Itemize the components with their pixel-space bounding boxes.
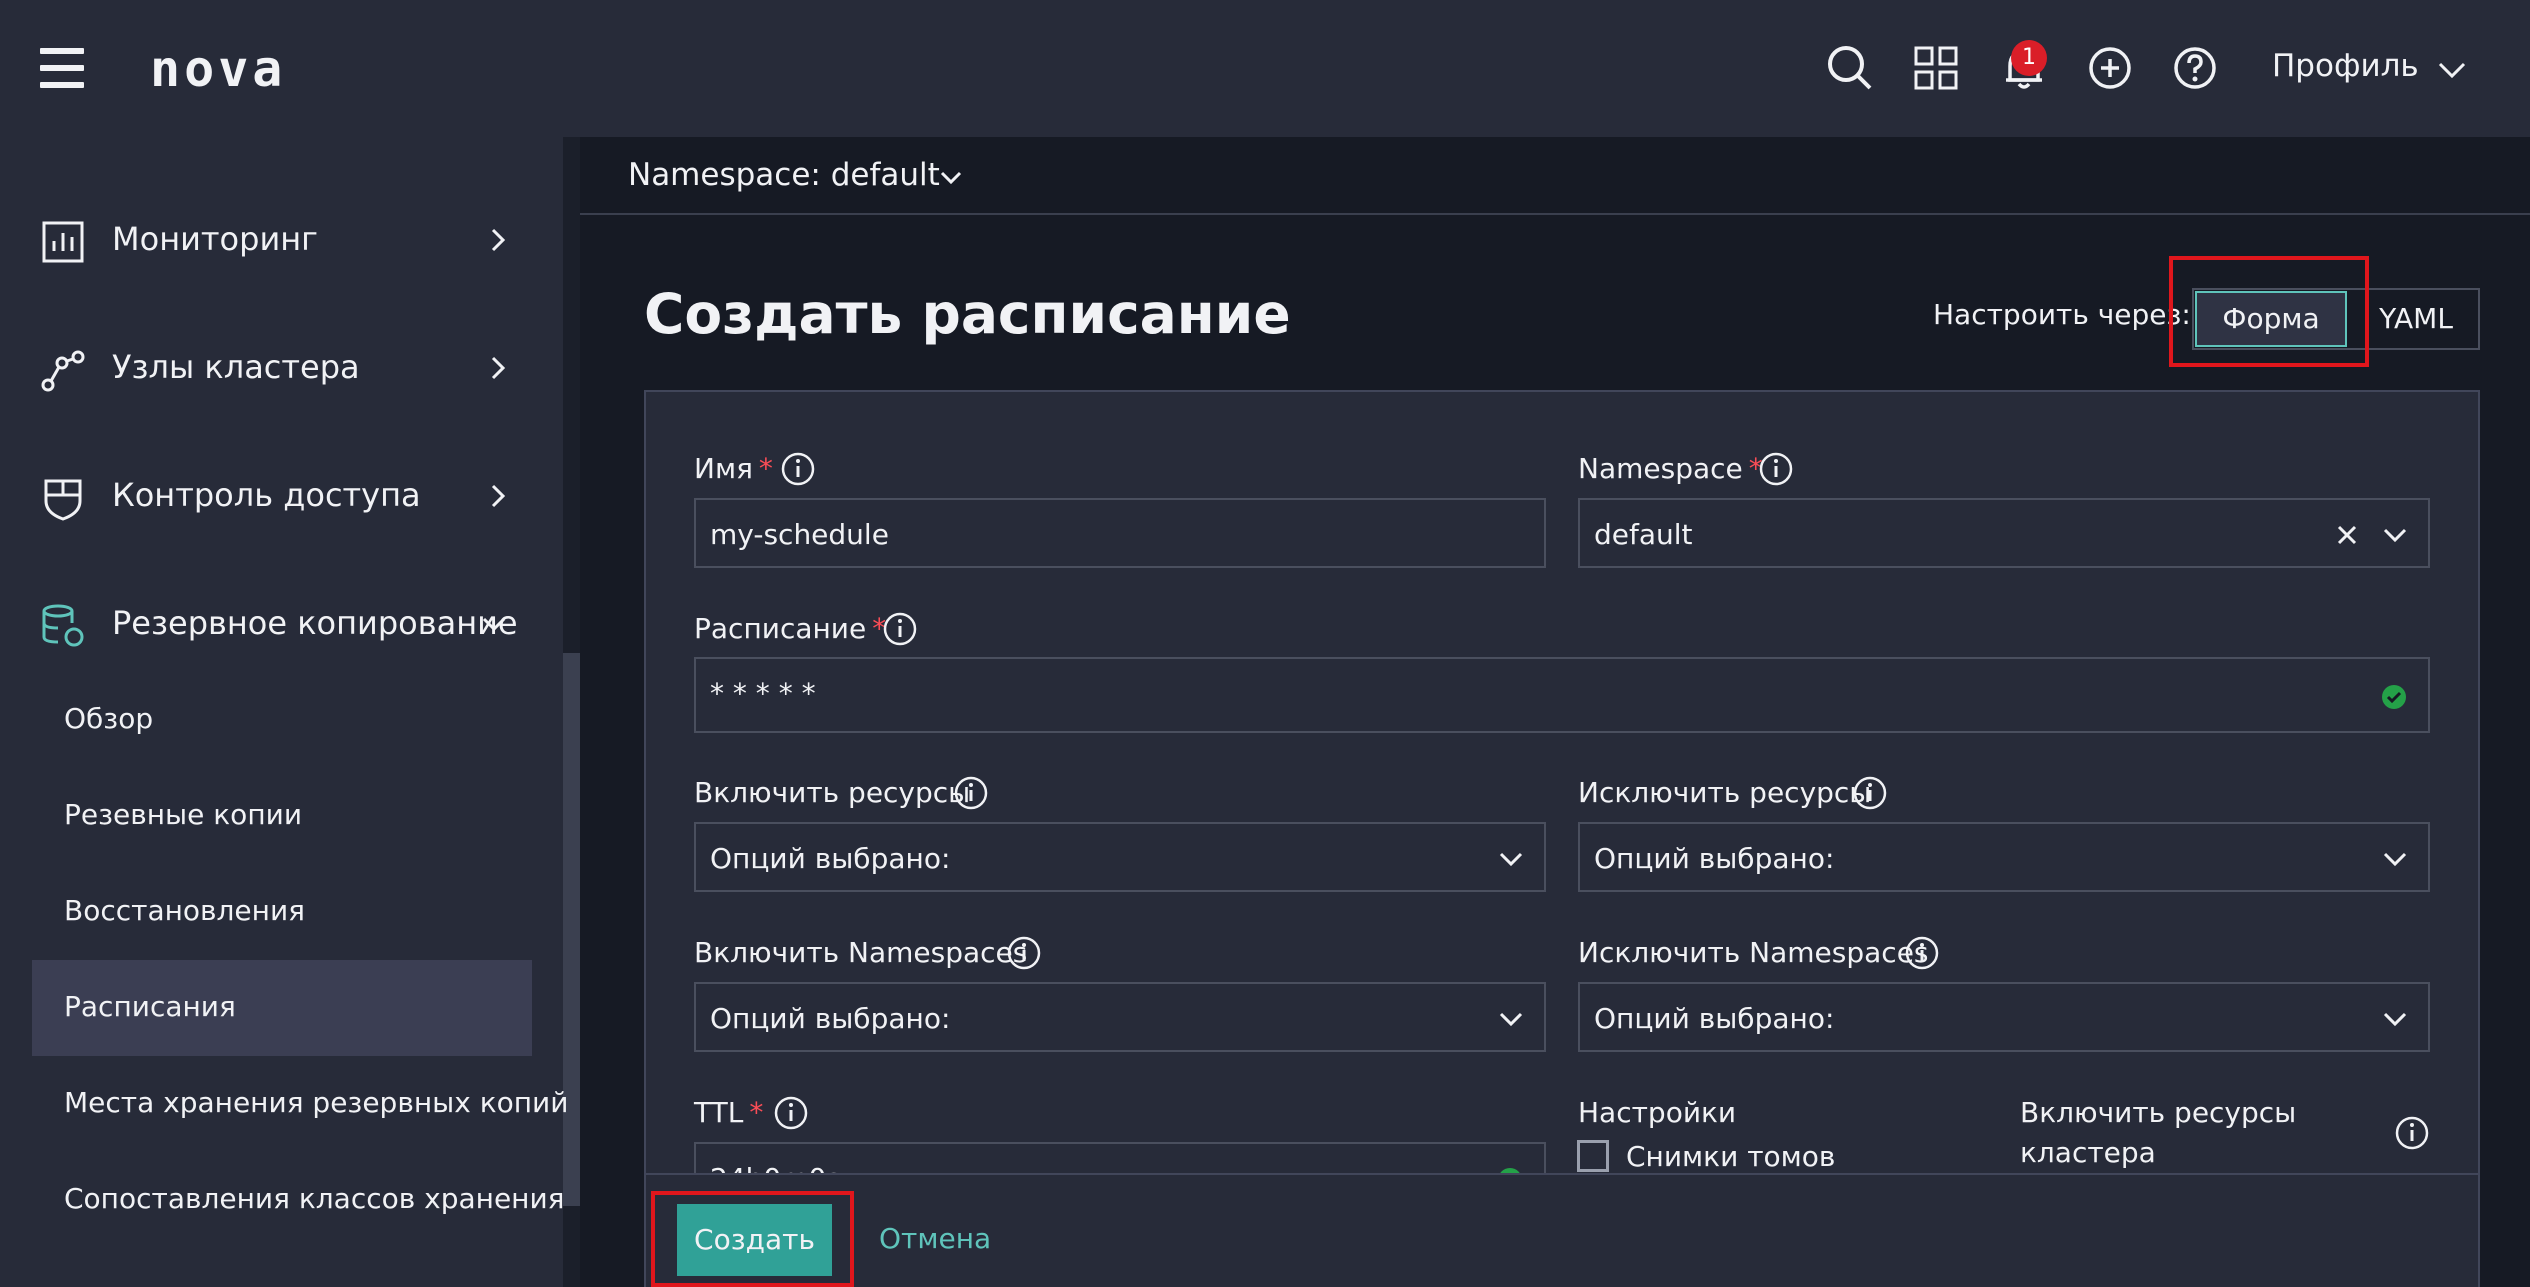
tab-form[interactable]: Форма xyxy=(2195,291,2347,347)
namespace-selector-label: Namespace: default xyxy=(628,157,940,193)
exclude-namespaces-label: Исключить Namespaces xyxy=(1578,936,1929,969)
chevron-down-icon xyxy=(940,171,962,185)
profile-label: Профиль xyxy=(2272,48,2419,84)
namespace-selector[interactable]: Namespace: default xyxy=(580,137,2530,215)
chevron-right-icon xyxy=(491,228,506,252)
name-label: Имя * xyxy=(694,452,773,485)
required-marker: * xyxy=(749,1096,764,1129)
schedule-label: Расписание * xyxy=(694,612,886,645)
name-label-text: Имя xyxy=(694,452,753,485)
chevron-down-icon xyxy=(2383,1012,2407,1027)
exclude-resources-select[interactable]: Опций выбрано: xyxy=(1578,822,2430,892)
sidebar-subitem-schedules[interactable]: Расписания xyxy=(32,960,532,1056)
chevron-down-icon xyxy=(1499,852,1523,867)
create-button[interactable]: Создать xyxy=(677,1204,832,1276)
namespace-select-value: default xyxy=(1594,518,1693,551)
top-bar: nova 1 Профиль xyxy=(0,0,2530,137)
shield-icon xyxy=(44,479,82,521)
ttl-label-text: TTL xyxy=(694,1096,744,1129)
info-icon[interactable] xyxy=(1006,935,1042,971)
include-resources-label: Включить ресурсы xyxy=(694,776,971,809)
sidebar-item-label: Узлы кластера xyxy=(112,348,360,386)
sidebar-subitem-label: Восстановления xyxy=(64,894,306,927)
chevron-down-icon xyxy=(1499,1012,1523,1027)
sidebar-subitem-backups[interactable]: Резевные копии xyxy=(32,768,532,864)
sidebar-subitem-label: Места хранения резервных копий xyxy=(64,1086,569,1119)
include-namespaces-value: Опций выбрано: xyxy=(710,1002,951,1035)
menu-icon[interactable] xyxy=(40,48,84,88)
sidebar-item-backup[interactable]: Резервное копирование xyxy=(0,580,563,670)
cancel-button[interactable]: Отмена xyxy=(879,1222,991,1255)
notification-badge: 1 xyxy=(2011,40,2047,76)
include-cluster-resources-label: Включить ресурсы xyxy=(2020,1096,2297,1129)
exclude-resources-value: Опций выбрано: xyxy=(1594,842,1835,875)
check-circle-icon xyxy=(2382,685,2406,709)
app-switcher-icon[interactable] xyxy=(1908,40,1964,96)
sidebar-subitem-label: Расписания xyxy=(64,990,236,1023)
info-icon[interactable] xyxy=(882,611,918,647)
sidebar-subitem-label: Сопоставления классов хранения xyxy=(64,1182,565,1215)
sidebar-item-cluster-nodes[interactable]: Узлы кластера xyxy=(0,324,563,414)
sidebar-subitem-backup-locations[interactable]: Места хранения резервных копий xyxy=(32,1056,568,1152)
sidebar-scrollbar-thumb[interactable] xyxy=(563,653,580,1206)
info-icon[interactable] xyxy=(780,451,816,487)
name-input[interactable]: my-schedule xyxy=(694,498,1546,568)
settings-label: Настройки xyxy=(1578,1096,1737,1129)
exclude-namespaces-value: Опций выбрано: xyxy=(1594,1002,1835,1035)
namespace-select[interactable]: default xyxy=(1578,498,2430,568)
chart-icon xyxy=(42,221,84,263)
include-namespaces-label: Включить Namespaces xyxy=(694,936,1028,969)
sidebar-subitem-label: Резевные копии xyxy=(64,798,303,831)
chevron-down-icon xyxy=(482,617,506,632)
info-icon[interactable] xyxy=(2394,1115,2430,1151)
sidebar-item-access-control[interactable]: Контроль доступа xyxy=(0,452,563,542)
info-icon[interactable] xyxy=(1904,935,1940,971)
page-title: Создать расписание xyxy=(644,282,1291,346)
database-sync-icon xyxy=(42,604,84,647)
sidebar-item-label: Мониторинг xyxy=(112,220,318,258)
name-input-value: my-schedule xyxy=(710,518,889,551)
sidebar-item-label: Контроль доступа xyxy=(112,476,421,514)
search-icon[interactable] xyxy=(1822,40,1878,96)
chevron-down-icon xyxy=(2383,528,2407,543)
sidebar-subitem-label: Обзор xyxy=(64,702,154,735)
info-icon[interactable] xyxy=(1758,451,1794,487)
sidebar-item-monitoring[interactable]: Мониторинг xyxy=(0,196,563,286)
namespace-label-text: Namespace xyxy=(1578,452,1743,485)
required-marker: * xyxy=(758,452,773,485)
profile-menu[interactable]: Профиль xyxy=(2272,48,2466,92)
volume-snapshots-label: Снимки томов xyxy=(1626,1140,1836,1173)
namespace-label: Namespace * xyxy=(1578,452,1763,485)
chevron-right-icon xyxy=(491,484,506,508)
schedule-label-text: Расписание xyxy=(694,612,867,645)
ttl-label: TTL * xyxy=(694,1096,763,1129)
info-icon[interactable] xyxy=(1852,775,1888,811)
add-icon[interactable] xyxy=(2082,40,2138,96)
chevron-right-icon xyxy=(491,356,506,380)
exclude-resources-label: Исключить ресурсы xyxy=(1578,776,1872,809)
include-cluster-resources-label-line2: кластера xyxy=(2020,1136,2156,1169)
nodes-icon xyxy=(41,350,85,392)
tab-yaml[interactable]: YAML xyxy=(2358,291,2474,347)
sidebar-subitem-restores[interactable]: Восстановления xyxy=(32,864,532,960)
info-icon[interactable] xyxy=(773,1095,809,1131)
include-namespaces-select[interactable]: Опций выбрано: xyxy=(694,982,1546,1052)
sidebar-item-label: Резервное копирование xyxy=(112,604,518,642)
schedule-input-value: * * * * * xyxy=(710,677,816,710)
app-logo[interactable]: nova xyxy=(150,40,286,98)
include-resources-value: Опций выбрано: xyxy=(710,842,951,875)
info-icon[interactable] xyxy=(953,775,989,811)
help-icon[interactable] xyxy=(2167,40,2223,96)
sidebar-subitem-overview[interactable]: Обзор xyxy=(32,672,532,768)
exclude-namespaces-select[interactable]: Опций выбрано: xyxy=(1578,982,2430,1052)
volume-snapshots-checkbox[interactable] xyxy=(1577,1140,1609,1172)
chevron-down-icon xyxy=(2438,62,2466,79)
schedule-input[interactable]: * * * * * xyxy=(694,657,2430,733)
include-resources-select[interactable]: Опций выбрано: xyxy=(694,822,1546,892)
sidebar-subitem-storage-class-mappings[interactable]: Сопоставления классов хранения xyxy=(32,1152,565,1248)
clear-icon[interactable] xyxy=(2334,522,2360,548)
chevron-down-icon xyxy=(2383,852,2407,867)
configure-via-label: Настроить через: xyxy=(1933,298,2191,331)
